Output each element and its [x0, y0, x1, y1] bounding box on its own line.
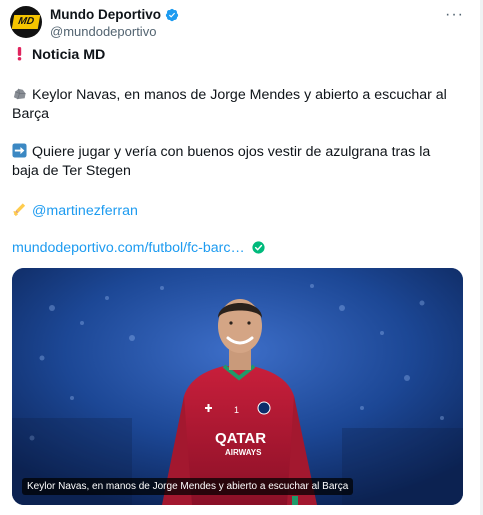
writing-hand-icon: [13, 203, 26, 217]
author-name[interactable]: Mundo Deportivo: [50, 7, 161, 22]
exclamation-icon: [17, 46, 22, 61]
right-arrow-icon: [12, 143, 27, 158]
jersey-sponsor-line-1: QATAR: [215, 430, 266, 447]
media-caption: Keylor Navas, en manos de Jorge Mendes y…: [22, 478, 354, 495]
check-circle-icon: [252, 241, 265, 254]
jersey-number: 1: [234, 405, 239, 415]
post-heading: Noticia MD: [32, 47, 106, 63]
post-line-2: Quiere jugar y vería con buenos ojos ves…: [12, 143, 458, 181]
post-line-1-text: Keylor Navas, en manos de Jorge Mendes y…: [12, 87, 447, 122]
post-line-2-text: Quiere jugar y vería con buenos ojos ves…: [12, 144, 431, 179]
rock-icon: [13, 88, 26, 100]
post-mention-line: @martinezferran: [12, 202, 138, 221]
verified-badge-icon[interactable]: [165, 8, 179, 22]
player-photo: 1 QATAR AIRWAYS: [12, 268, 463, 505]
post-heading-line: Noticia MD: [12, 46, 105, 65]
article-link-line: mundodeportivo.com/futbol/fc-barc…: [12, 239, 265, 258]
article-link[interactable]: mundodeportivo.com/futbol/fc-barc…: [12, 240, 245, 256]
jersey-sponsor-line-2: AIRWAYS: [225, 448, 262, 457]
author-handle[interactable]: @mundodeportivo: [50, 24, 156, 39]
post-line-1: Keylor Navas, en manos de Jorge Mendes y…: [12, 86, 458, 124]
author-name-row: Mundo Deportivo: [50, 6, 179, 23]
post-header: MD Mundo Deportivo @mundodeportivo ···: [10, 6, 470, 40]
avatar[interactable]: MD: [10, 6, 42, 38]
more-options-icon[interactable]: ···: [445, 6, 464, 24]
author-mention-link[interactable]: @martinezferran: [32, 203, 138, 219]
post-media-image[interactable]: 1 QATAR AIRWAYS: [12, 268, 463, 505]
avatar-logo: MD: [11, 15, 41, 29]
